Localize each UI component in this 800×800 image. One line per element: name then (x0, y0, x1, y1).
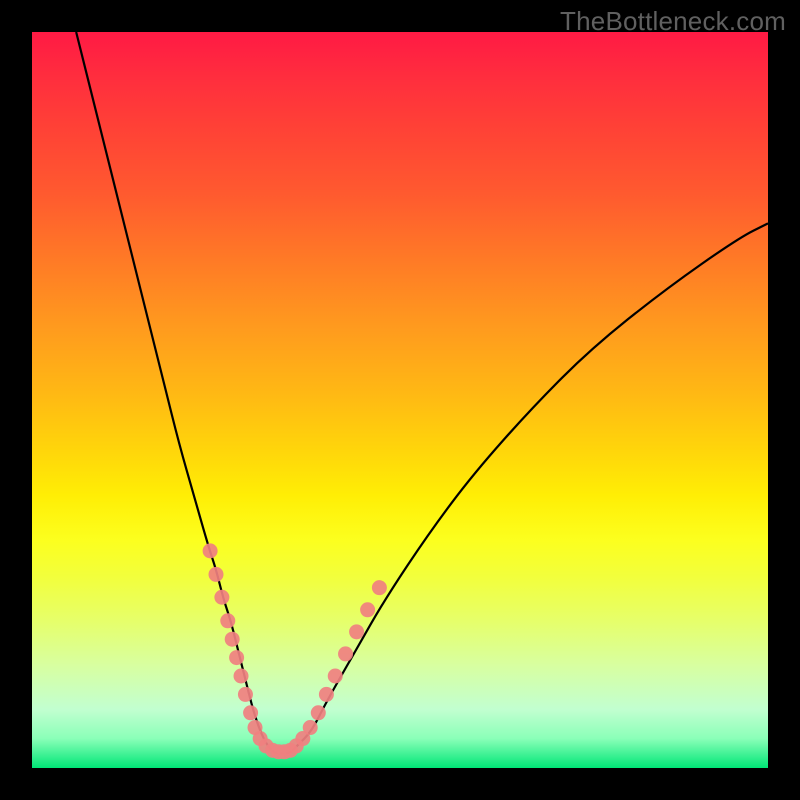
highlight-dot (209, 567, 224, 582)
highlight-dot (303, 720, 318, 735)
highlight-dot (360, 602, 375, 617)
highlight-dot (328, 669, 343, 684)
highlight-dot (234, 669, 249, 684)
plot-area (32, 32, 768, 768)
highlight-dot (220, 613, 235, 628)
highlight-dot (372, 580, 387, 595)
curve-group (76, 32, 768, 753)
highlight-dot (203, 543, 218, 558)
highlight-dot (338, 646, 353, 661)
highlight-dot (349, 624, 364, 639)
highlight-dot (319, 687, 334, 702)
highlight-dot (225, 632, 240, 647)
marker-group (203, 543, 387, 759)
watermark-text: TheBottleneck.com (560, 6, 786, 37)
curve-svg (32, 32, 768, 768)
highlight-dot (238, 687, 253, 702)
bottleneck-curve (76, 32, 768, 753)
highlight-dot (243, 705, 258, 720)
highlight-dot (214, 590, 229, 605)
highlight-dot (229, 650, 244, 665)
chart-frame: TheBottleneck.com (0, 0, 800, 800)
highlight-dot (311, 705, 326, 720)
